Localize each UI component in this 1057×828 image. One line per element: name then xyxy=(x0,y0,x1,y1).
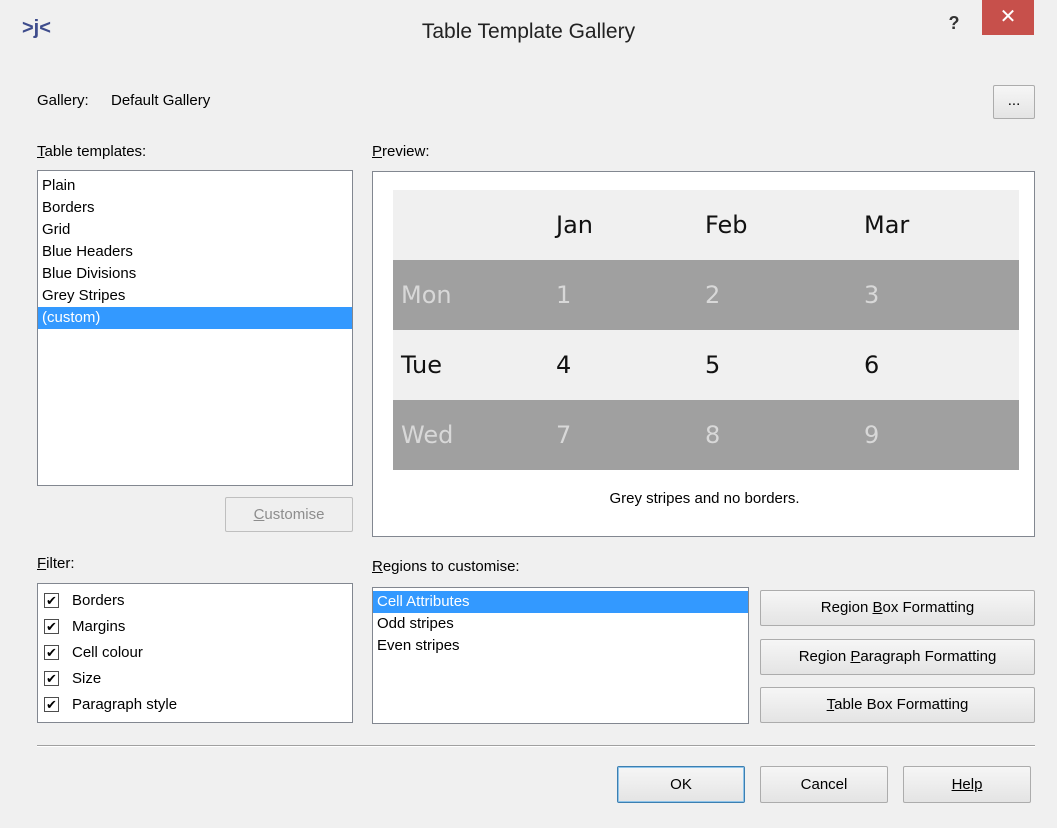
templates-label: Table templates: xyxy=(37,143,147,160)
preview-cell: Mon xyxy=(401,281,452,309)
templates-items: Plain Borders Grid Blue Headers Blue Divisio… xyxy=(38,171,352,329)
region-item[interactable]: Odd stripes xyxy=(373,613,748,635)
customise-underline: C xyxy=(253,506,265,523)
gallery-value: Default Gallery xyxy=(111,92,211,109)
checkbox[interactable]: ✔ xyxy=(44,671,59,686)
regions-list[interactable]: Cell Attributes Odd stripes Even stripes xyxy=(372,587,749,724)
table-box-formatting-button[interactable]: Table Box Formatting xyxy=(760,687,1035,723)
preview-cell: 9 xyxy=(864,421,880,449)
preview-header-row: Jan Feb Mar xyxy=(393,190,1019,260)
gallery-browse-button[interactable]: ... xyxy=(993,85,1035,119)
region-box-formatting-button[interactable]: Region Box Formatting xyxy=(760,590,1035,626)
filter-option-label: Margins xyxy=(72,618,126,635)
filter-option-label: Size xyxy=(72,670,102,687)
preview-label: Preview: xyxy=(372,143,430,160)
template-item[interactable]: Grid xyxy=(38,219,352,241)
filter-label: Filter: xyxy=(37,555,75,572)
checkbox[interactable]: ✔ xyxy=(44,645,59,660)
templates-list[interactable]: Plain Borders Grid Blue Headers Blue Divisio… xyxy=(37,170,353,486)
preview-cell: 2 xyxy=(705,281,721,309)
close-button[interactable]: ✕ xyxy=(982,0,1034,35)
filter-option[interactable]: ✔ Paragraph style xyxy=(38,692,352,718)
region-item[interactable]: Cell Attributes xyxy=(373,591,748,613)
preview-header-cell: Feb xyxy=(705,211,748,239)
ok-button[interactable]: OK xyxy=(617,766,745,803)
help-icon[interactable]: ? xyxy=(936,8,972,38)
template-item[interactable]: Blue Headers xyxy=(38,241,352,263)
preview-cell: 3 xyxy=(864,281,880,309)
filter-option-label: Borders xyxy=(72,592,125,609)
region-paragraph-formatting-button[interactable]: Region Paragraph Formatting xyxy=(760,639,1035,675)
filter-option-label: Cell colour xyxy=(72,644,143,661)
preview-cell: Tue xyxy=(401,351,442,379)
preview-cell: 8 xyxy=(705,421,721,449)
preview-cell: 5 xyxy=(705,351,721,379)
footer-divider xyxy=(37,745,1035,747)
preview-caption: Grey stripes and no borders. xyxy=(609,490,800,507)
help-button[interactable]: Help xyxy=(903,766,1031,803)
filter-list: ✔ Borders ✔ Margins ✔ Cell colour ✔ Size ✔ Paragr… xyxy=(37,583,353,723)
preview-row: Tue 4 5 6 xyxy=(393,330,1019,400)
template-item[interactable]: Borders xyxy=(38,197,352,219)
preview-cell: 4 xyxy=(556,351,572,379)
preview-table: Jan Feb Mar Mon 1 2 3 Tue 4 5 6 Wed 7 8 9 xyxy=(393,190,1019,470)
help-button-label: Help xyxy=(951,776,983,793)
template-item[interactable]: Plain xyxy=(38,175,352,197)
preview-cell: 7 xyxy=(556,421,572,449)
template-item[interactable]: (custom) xyxy=(38,307,352,329)
regions-items: Cell Attributes Odd stripes Even stripes xyxy=(373,588,748,657)
window-title: Table Template Gallery xyxy=(421,20,636,43)
checkbox[interactable]: ✔ xyxy=(44,593,59,608)
checkbox[interactable]: ✔ xyxy=(44,697,59,712)
checkbox[interactable]: ✔ xyxy=(44,619,59,634)
template-item[interactable]: Blue Divisions xyxy=(38,263,352,285)
filter-option[interactable]: ✔ Margins xyxy=(38,614,352,640)
preview-cell: Wed xyxy=(401,421,454,449)
preview-row: Wed 7 8 9 xyxy=(393,400,1019,470)
customise-rest: ustomise xyxy=(264,506,325,523)
gallery-label: Gallery: xyxy=(37,92,89,109)
preview-row: Mon 1 2 3 xyxy=(393,260,1019,330)
preview-panel: Jan Feb Mar Mon 1 2 3 Tue 4 5 6 Wed 7 8 9 Grey stripes… xyxy=(372,171,1035,537)
regions-label: Regions to customise: xyxy=(372,558,520,575)
filter-option[interactable]: ✔ Size xyxy=(38,666,352,692)
templates-label-rest: able templates: xyxy=(44,143,147,160)
cancel-button[interactable]: Cancel xyxy=(760,766,888,803)
filter-items: ✔ Borders ✔ Margins ✔ Cell colour ✔ Size ✔ Paragr… xyxy=(38,588,352,718)
filter-option-label: Paragraph style xyxy=(72,696,178,713)
filter-option[interactable]: ✔ Borders xyxy=(38,588,352,614)
customise-button[interactable]: Customise xyxy=(225,497,353,532)
title-bar: >j< Table Template Gallery ? ✕ xyxy=(0,0,1057,72)
preview-cell: 1 xyxy=(556,281,572,309)
preview-cell: 6 xyxy=(864,351,880,379)
preview-header-cell: Jan xyxy=(556,211,593,239)
filter-option[interactable]: ✔ Cell colour xyxy=(38,640,352,666)
region-item[interactable]: Even stripes xyxy=(373,635,748,657)
template-item[interactable]: Grey Stripes xyxy=(38,285,352,307)
preview-header-cell: Mar xyxy=(864,211,910,239)
